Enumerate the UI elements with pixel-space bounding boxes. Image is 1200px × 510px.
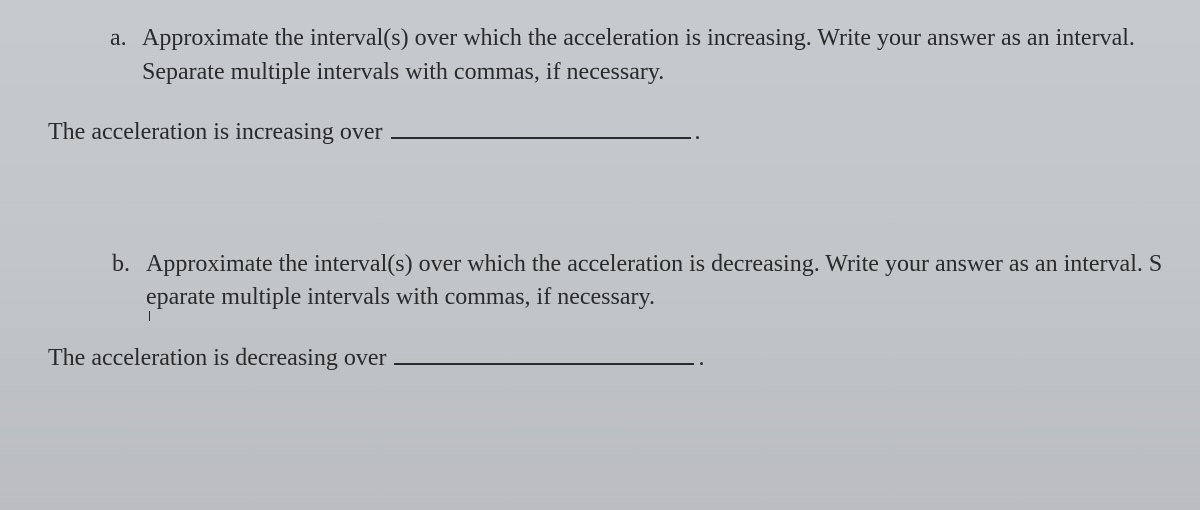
question-a-label: a. — [110, 22, 127, 56]
answer-a-blank[interactable] — [391, 115, 691, 139]
text-cursor-icon: e — [146, 281, 157, 315]
question-b-text-part1: Approximate the interval(s) over which t… — [146, 251, 1162, 277]
answer-b-period: . — [698, 342, 704, 376]
question-b-text-block: b. Approximate the interval(s) over whic… — [30, 248, 1170, 315]
question-a-text-block: a. Approximate the interval(s) over whic… — [30, 22, 1170, 89]
answer-a-line: The acceleration is increasing over . — [30, 115, 1170, 150]
answer-b-blank[interactable] — [394, 341, 694, 365]
question-a-text: Approximate the interval(s) over which t… — [142, 25, 1135, 85]
question-b-label: b. — [112, 248, 130, 282]
answer-b-line: The acceleration is decreasing over . — [30, 341, 1170, 376]
answer-b-prompt: The acceleration is decreasing over — [48, 342, 386, 376]
question-a: a. Approximate the interval(s) over whic… — [30, 22, 1170, 150]
question-b: b. Approximate the interval(s) over whic… — [30, 248, 1170, 376]
question-b-text-part2: parate multiple intervals with commas, i… — [157, 284, 655, 310]
answer-a-period: . — [695, 116, 701, 150]
answer-a-prompt: The acceleration is increasing over — [48, 116, 383, 150]
